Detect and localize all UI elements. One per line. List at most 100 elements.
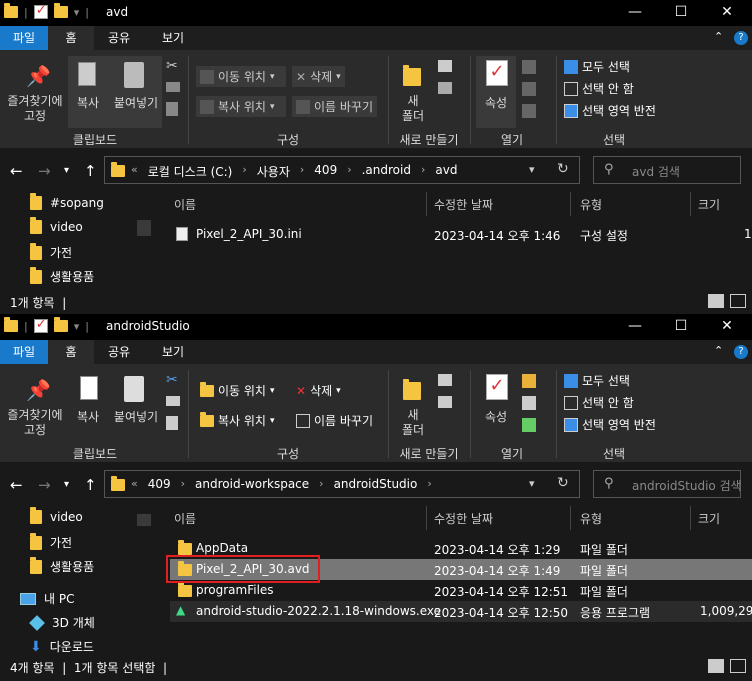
paste-button[interactable]: 붙여넣기 (108, 408, 164, 425)
nav-item[interactable]: 가전 (30, 242, 72, 261)
maximize-button[interactable]: ☐ (658, 0, 704, 26)
help-icon[interactable]: ? (734, 31, 748, 45)
overflow-icon[interactable]: « (131, 477, 138, 491)
new-folder-icon[interactable] (53, 3, 68, 18)
breadcrumb-item[interactable]: 로컬 디스크 (C:) (148, 163, 233, 180)
paste-button[interactable]: 붙여넣기 (108, 94, 164, 111)
breadcrumb-item[interactable]: androidStudio (334, 477, 418, 491)
history-icon[interactable] (522, 418, 536, 432)
easy-access-icon[interactable] (438, 82, 452, 94)
nav-item[interactable]: video (30, 507, 83, 524)
breadcrumb-item[interactable]: android-workspace (195, 477, 309, 491)
edit-icon[interactable] (522, 82, 536, 96)
delete-button[interactable]: ✕ 삭제 ▾ (292, 66, 345, 87)
chevron-right-icon[interactable]: › (421, 163, 425, 180)
column-divider[interactable] (570, 192, 571, 216)
nav-item[interactable]: 생활용품 (30, 556, 94, 575)
copy-button[interactable]: 복사 (72, 94, 104, 111)
chevron-right-icon[interactable]: › (300, 163, 304, 180)
select-none-button[interactable]: 선택 안 함 (564, 394, 634, 411)
tab-share[interactable]: 공유 (94, 340, 144, 364)
maximize-button[interactable]: ☐ (658, 314, 704, 340)
move-to-button[interactable]: 이동 위치 ▾ (196, 380, 286, 401)
cut-icon[interactable]: ✂ (166, 58, 178, 74)
column-header-date[interactable]: 수정한 날짜 (434, 196, 493, 213)
pin-to-quick-access-button[interactable]: 즐겨찾기에 고정 (2, 94, 68, 124)
chevron-right-icon[interactable]: › (347, 163, 351, 180)
new-folder-button[interactable]: 새 폴더 (398, 94, 428, 124)
details-view-icon[interactable] (708, 659, 724, 673)
new-item-icon[interactable] (438, 60, 452, 72)
large-icons-view-icon[interactable] (730, 294, 746, 308)
move-to-button[interactable]: 이동 위치 ▾ (196, 66, 286, 87)
copy-to-button[interactable]: 복사 위치 ▾ (196, 410, 286, 431)
new-folder-button[interactable]: 새 폴더 (398, 408, 428, 438)
properties-button[interactable]: 속성 (478, 94, 514, 111)
open-icon[interactable] (522, 374, 536, 388)
nav-item[interactable]: 가전 (30, 532, 72, 551)
column-header-size[interactable]: 크기 (698, 510, 720, 527)
tab-view[interactable]: 보기 (144, 340, 202, 364)
back-arrow-icon[interactable]: ← (10, 162, 23, 180)
scrollbar-thumb[interactable] (137, 220, 151, 236)
scrollbar-thumb[interactable] (137, 514, 151, 526)
column-header-type[interactable]: 유형 (580, 510, 602, 527)
breadcrumb-item[interactable]: 409 (148, 477, 171, 491)
search-input[interactable]: ⚲ androidStudio 검색 (593, 470, 742, 498)
close-button[interactable]: ✕ (704, 314, 750, 340)
ribbon-collapse-icon[interactable]: ⌃ (714, 30, 723, 43)
paste-shortcut-icon[interactable] (166, 416, 178, 430)
breadcrumb-item[interactable]: 409 (314, 163, 337, 180)
easy-access-icon[interactable] (438, 396, 452, 408)
delete-button[interactable]: ✕ 삭제 ▾ (292, 380, 345, 401)
nav-item[interactable]: #sopang (30, 193, 104, 210)
properties-button[interactable]: 속성 (478, 408, 514, 425)
properties-icon[interactable] (33, 3, 48, 19)
tab-file[interactable]: 파일 (0, 26, 48, 50)
table-row[interactable]: programFiles 2023-04-14 오후 12:51 파일 폴더 (170, 580, 752, 601)
search-input[interactable]: ⚲ avd 검색 (593, 156, 741, 184)
forward-arrow-icon[interactable]: → (38, 476, 51, 494)
back-arrow-icon[interactable]: ← (10, 476, 23, 494)
copy-path-icon[interactable] (166, 82, 180, 92)
select-all-button[interactable]: 모두 선택 (564, 372, 630, 389)
minimize-button[interactable]: — (612, 314, 658, 340)
address-dropdown-icon[interactable]: ▾ (529, 163, 535, 176)
column-header-date[interactable]: 수정한 날짜 (434, 510, 493, 527)
table-row[interactable]: ▲ android-studio-2022.2.1.18-windows.exe… (170, 601, 752, 622)
tab-home[interactable]: 홈 (48, 340, 94, 364)
chevron-right-icon[interactable]: › (427, 477, 431, 491)
chevron-right-icon[interactable]: › (181, 477, 185, 491)
help-icon[interactable]: ? (734, 345, 748, 359)
column-header-name[interactable]: 이름 (174, 510, 196, 527)
table-row[interactable]: Pixel_2_API_30.ini 2023-04-14 오후 1:46 구성… (170, 224, 752, 245)
address-bar[interactable]: « 409 › android-workspace › androidStudi… (104, 470, 580, 498)
breadcrumb-item[interactable]: .android (362, 163, 411, 180)
address-dropdown-icon[interactable]: ▾ (529, 477, 535, 490)
nav-item[interactable]: ⬇ 다운로드 (30, 638, 94, 655)
edit-icon[interactable] (522, 396, 536, 410)
copy-path-icon[interactable] (166, 396, 180, 406)
select-none-button[interactable]: 선택 안 함 (564, 80, 634, 97)
tab-share[interactable]: 공유 (94, 26, 144, 50)
large-icons-view-icon[interactable] (730, 659, 746, 673)
cut-icon[interactable]: ✂ (166, 372, 178, 388)
column-divider[interactable] (570, 506, 571, 530)
nav-item[interactable]: 생활용품 (30, 266, 94, 285)
column-divider[interactable] (426, 192, 427, 216)
tab-file[interactable]: 파일 (0, 340, 48, 364)
dropdown-arrow-icon[interactable]: ▾ (74, 320, 80, 333)
nav-item[interactable]: 내 PC (20, 590, 74, 607)
details-view-icon[interactable] (708, 294, 724, 308)
invert-selection-button[interactable]: 선택 영역 반전 (564, 416, 656, 433)
copy-button[interactable]: 복사 (72, 408, 104, 425)
tab-home[interactable]: 홈 (48, 26, 94, 50)
rename-button[interactable]: 이름 바꾸기 (292, 410, 377, 431)
recent-locations-icon[interactable]: ▾ (64, 165, 69, 176)
column-divider[interactable] (426, 506, 427, 530)
select-all-button[interactable]: 모두 선택 (564, 58, 630, 75)
refresh-icon[interactable]: ↻ (557, 161, 569, 177)
new-item-icon[interactable] (438, 374, 452, 386)
column-header-size[interactable]: 크기 (698, 196, 720, 213)
new-folder-icon[interactable] (53, 317, 68, 332)
